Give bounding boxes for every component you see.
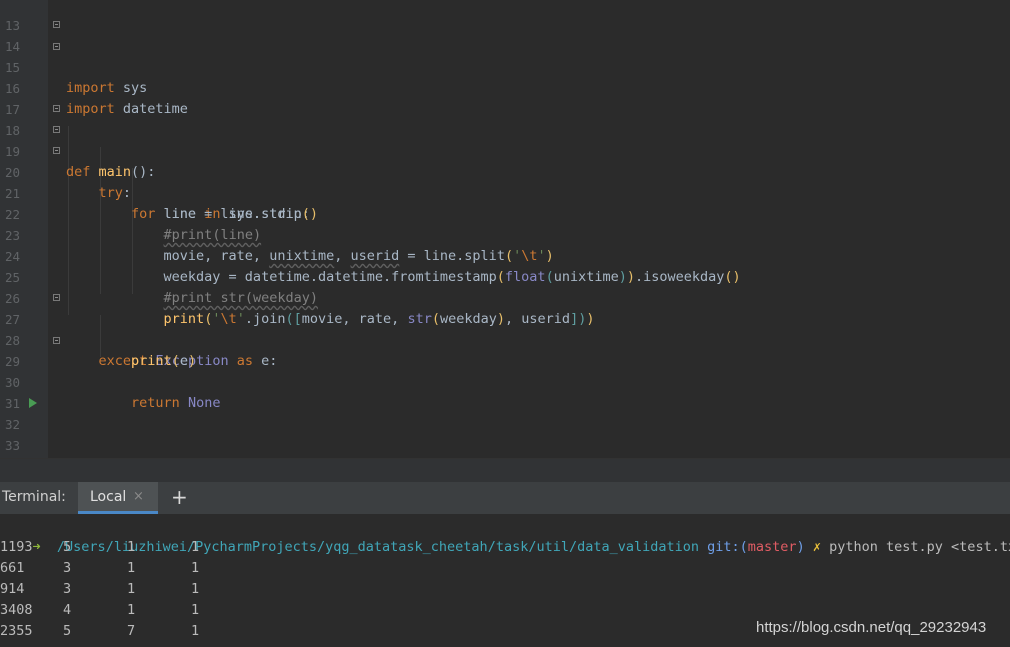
code-line: 20 for line in sys.stdin: <box>0 141 1010 222</box>
code-line: 18 def main(): <box>0 99 1010 180</box>
output-cell: 5 <box>63 623 72 639</box>
code-line: 21 line = line.strip() <box>0 162 1010 222</box>
code-line: 15 import datetime <box>0 36 1010 117</box>
terminal-tab-bar: Terminal: Local × + <box>0 482 1010 515</box>
fold-marker-icon[interactable] <box>53 105 60 112</box>
code-line: 34 <box>0 435 1010 456</box>
git-label-close: ) <box>796 539 805 555</box>
code-line: 25 #print str(weekday) <box>0 246 1010 306</box>
output-row: 3408 4 1 1 <box>0 600 300 621</box>
output-cell: 1 <box>127 560 136 576</box>
tab-local[interactable]: Local × <box>78 482 158 514</box>
output-cell: 5 <box>63 539 72 555</box>
fold-marker-icon[interactable] <box>53 337 60 344</box>
dirty-icon: ✗ <box>812 539 821 555</box>
output-cell: 1 <box>127 581 136 597</box>
output-row: 661 3 1 1 <box>0 558 300 579</box>
code-editor[interactable]: 13 14 import sys 15 import datetime 16 1… <box>0 0 1010 458</box>
output-cell: 1 <box>191 623 200 639</box>
output-cell: 7 <box>127 623 136 639</box>
run-arrow-icon[interactable] <box>29 398 37 408</box>
code-line: 14 import sys <box>0 15 1010 96</box>
output-cell: 4 <box>63 602 72 618</box>
output-cell: 661 <box>0 560 25 576</box>
close-icon[interactable]: × <box>133 489 144 504</box>
panel-splitter[interactable] <box>0 458 1010 483</box>
output-cell: 1 <box>191 560 200 576</box>
output-row: 914 3 1 1 <box>0 579 300 600</box>
terminal-prompt: ➜ /Users/liuzhiwei/PycharmProjects/yqg_d… <box>0 516 1010 555</box>
fold-marker-icon[interactable] <box>53 147 60 154</box>
code-line: 13 <box>0 0 1010 33</box>
code-line: 33 main() <box>0 414 1010 453</box>
output-row: 2355 5 7 1 <box>0 621 300 642</box>
output-cell: 1 <box>191 602 200 618</box>
output-row: 1193 5 1 1 <box>0 537 300 558</box>
code-line: 24 weekday = datetime.datetime.fromtimes… <box>0 225 1010 285</box>
code-line: 16 <box>0 57 1010 96</box>
fold-marker-icon[interactable] <box>53 294 60 301</box>
plus-icon[interactable]: + <box>171 485 188 509</box>
fold-marker-icon[interactable] <box>53 126 60 133</box>
output-cell: 1 <box>191 539 200 555</box>
output-cell: 3 <box>63 581 72 597</box>
code-line: 23 movie, rate, unixtime, userid = line.… <box>0 204 1010 264</box>
output-cell: 2355 <box>0 623 33 639</box>
watermark-text: https://blog.csdn.net/qq_29232943 <box>756 619 987 636</box>
code-line: 32 if __name__ == '__main__': <box>0 393 1010 432</box>
code-line: 30 <box>0 351 1010 390</box>
code-line: 17 <box>0 78 1010 117</box>
command-text: python test.py <test.txt <box>829 539 1010 555</box>
output-cell: 1 <box>191 581 200 597</box>
terminal-title: Terminal: <box>2 489 66 505</box>
tab-label: Local <box>90 489 127 505</box>
code-line: 28 print(e) <box>0 309 1010 369</box>
output-cell: 3408 <box>0 602 33 618</box>
code-line: 29 return None <box>0 330 1010 411</box>
git-label: git:( <box>707 539 748 555</box>
fold-marker-icon[interactable] <box>53 21 60 28</box>
fold-marker-icon[interactable] <box>53 43 60 50</box>
output-cell: 1 <box>127 602 136 618</box>
output-cell: 1 <box>127 539 136 555</box>
code-line: 22 #print(line) <box>0 183 1010 243</box>
git-branch: master <box>747 539 797 555</box>
code-line: 31 <box>0 372 1010 411</box>
output-cell: 914 <box>0 581 25 597</box>
code-line: 27 except Exception as e: <box>0 288 1010 369</box>
code-line: 26 print('\t'.join([movie, rate, str(wee… <box>0 267 1010 327</box>
output-cell: 3 <box>63 560 72 576</box>
code-line: 19 try: <box>0 120 1010 201</box>
output-cell: 1193 <box>0 539 33 555</box>
